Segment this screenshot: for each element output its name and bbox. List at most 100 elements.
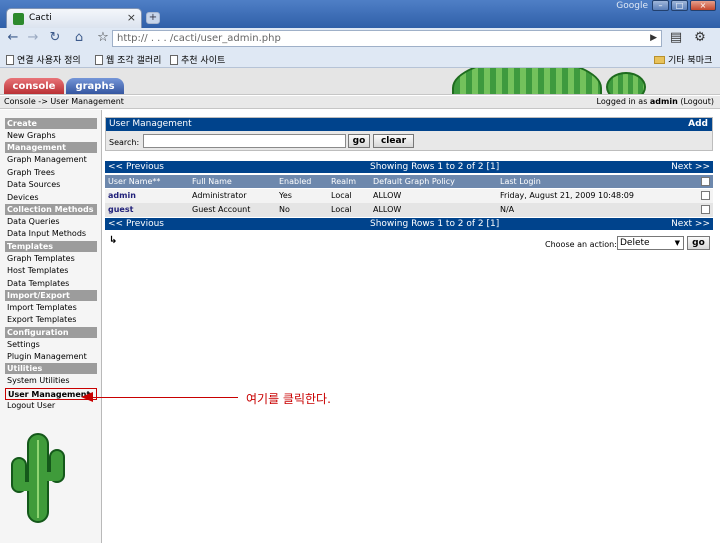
- logout-link[interactable]: (Logout): [680, 97, 714, 106]
- annotation-line: [92, 397, 238, 398]
- col-default-graph-policy[interactable]: Default Graph Policy: [373, 177, 455, 186]
- realm: Local: [331, 191, 352, 200]
- sidebar-item-import-templates[interactable]: Import Templates: [5, 302, 97, 314]
- google-label: Google: [616, 1, 648, 11]
- sidebar-item-devices[interactable]: Devices: [5, 192, 97, 204]
- add-user-link[interactable]: Add: [688, 118, 708, 131]
- menu-section-header: Import/Export: [5, 289, 97, 301]
- action-go-button[interactable]: go: [687, 236, 710, 250]
- full-name: Guest Account: [192, 205, 251, 214]
- table-header: User Name** Full Name Enabled Realm Defa…: [105, 175, 713, 188]
- row-checkbox[interactable]: [701, 205, 710, 214]
- tab-title: Cacti: [29, 13, 52, 23]
- sidebar-item-host-templates[interactable]: Host Templates: [5, 265, 97, 277]
- sidebar: Create New Graphs Management Graph Manageme…: [0, 110, 102, 543]
- action-select[interactable]: Delete ▼: [617, 236, 684, 250]
- cactus-banner-icon: [452, 68, 602, 94]
- col-realm[interactable]: Realm: [331, 177, 356, 186]
- col-user-name[interactable]: User Name**: [108, 177, 160, 186]
- browser-tab[interactable]: Cacti ×: [6, 8, 142, 28]
- sidebar-item-logout-user[interactable]: Logout User: [5, 400, 97, 412]
- menu-section-header: Templates: [5, 240, 97, 252]
- sidebar-item-data-templates[interactable]: Data Templates: [5, 278, 97, 290]
- showing-rows: Showing Rows 1 to 2 of 2 [1]: [370, 219, 500, 229]
- table-row: guest Guest Account No Local ALLOW N/A: [105, 203, 713, 217]
- previous-link[interactable]: << Previous: [108, 161, 164, 173]
- home-icon[interactable]: ⌂: [71, 30, 87, 46]
- search-go-button[interactable]: go: [348, 134, 370, 148]
- wrench-icon[interactable]: ⚙: [692, 30, 708, 46]
- graph-policy: ALLOW: [373, 191, 402, 200]
- page-icon: [95, 55, 103, 65]
- next-link[interactable]: Next >>: [671, 161, 710, 173]
- sidebar-item-graph-trees[interactable]: Graph Trees: [5, 167, 97, 179]
- search-label: Search:: [109, 138, 140, 147]
- sidebar-item-settings[interactable]: Settings: [5, 339, 97, 351]
- bookmarks-bar: 연결 사용자 정의 웹 조각 갤러리 추천 사이트 기타 북마크: [0, 49, 720, 68]
- user-name-link[interactable]: guest: [108, 205, 133, 214]
- panel-title: User Management: [106, 118, 712, 131]
- enabled: Yes: [279, 191, 292, 200]
- close-window-button[interactable]: ×: [690, 0, 716, 11]
- user-name-link[interactable]: admin: [108, 191, 136, 200]
- go-play-icon[interactable]: ▶: [650, 33, 657, 43]
- sidebar-item-system-utilities[interactable]: System Utilities: [5, 375, 97, 387]
- bookmark-item[interactable]: 연결 사용자 정의: [6, 53, 81, 66]
- page-icon: [170, 55, 178, 65]
- sidebar-item-graph-management[interactable]: Graph Management: [5, 154, 97, 166]
- menu-section-header: Collection Methods: [5, 203, 97, 215]
- col-enabled[interactable]: Enabled: [279, 177, 311, 186]
- full-name: Administrator: [192, 191, 247, 200]
- row-checkbox[interactable]: [701, 191, 710, 200]
- menu-section-header: Utilities: [5, 363, 97, 375]
- sidebar-item-data-queries[interactable]: Data Queries: [5, 216, 97, 228]
- pager-bottom: << Previous Showing Rows 1 to 2 of 2 [1]…: [105, 218, 713, 230]
- address-bar[interactable]: http:// . . . /cacti/user_admin.php ▶: [112, 30, 662, 47]
- tab-console[interactable]: console: [4, 78, 64, 94]
- breadcrumb: Console -> User Management: [4, 97, 124, 106]
- menu-section-header: Management: [5, 142, 97, 154]
- select-all-checkbox[interactable]: [701, 177, 710, 186]
- realm: Local: [331, 205, 352, 214]
- reload-icon[interactable]: ↻: [47, 30, 63, 46]
- bookmark-item[interactable]: 웹 조각 갤러리: [95, 53, 161, 66]
- clear-button[interactable]: clear: [373, 134, 414, 148]
- cactus-banner-icon: [606, 72, 646, 94]
- login-user: admin: [649, 97, 678, 106]
- minimize-button[interactable]: –: [652, 0, 669, 11]
- login-status: Logged in as admin (Logout): [596, 97, 714, 106]
- star-icon[interactable]: ☆: [95, 30, 111, 46]
- other-bookmarks[interactable]: 기타 북마크: [654, 53, 712, 66]
- back-arrow-icon[interactable]: ←: [5, 30, 21, 46]
- search-input[interactable]: [143, 134, 346, 148]
- return-arrow-icon: ↳: [109, 235, 118, 246]
- address-url: http:// . . . /cacti/user_admin.php: [117, 33, 281, 44]
- annotation-text: 여기를 클릭한다.: [246, 392, 331, 406]
- bookmark-item[interactable]: 추천 사이트: [170, 53, 225, 66]
- sidebar-item-new-graphs[interactable]: New Graphs: [5, 130, 97, 142]
- page-menu-icon[interactable]: ▤: [668, 30, 684, 46]
- table-row: admin Administrator Yes Local ALLOW Frid…: [105, 189, 713, 203]
- next-link[interactable]: Next >>: [671, 218, 710, 230]
- action-label: Choose an action:: [545, 240, 617, 249]
- sidebar-item-export-templates[interactable]: Export Templates: [5, 314, 97, 326]
- col-last-login[interactable]: Last Login: [500, 177, 541, 186]
- filter-panel: User Management Add Search: go clear: [105, 117, 713, 151]
- sidebar-item-data-sources[interactable]: Data Sources: [5, 179, 97, 191]
- previous-link[interactable]: << Previous: [108, 218, 164, 230]
- sidebar-item-graph-templates[interactable]: Graph Templates: [5, 253, 97, 265]
- tab-close-icon[interactable]: ×: [127, 11, 136, 24]
- new-tab-button[interactable]: +: [146, 12, 160, 24]
- tab-graphs[interactable]: graphs: [66, 78, 124, 94]
- forward-arrow-icon[interactable]: →: [25, 30, 41, 46]
- maximize-button[interactable]: □: [671, 0, 688, 11]
- sidebar-item-data-input-methods[interactable]: Data Input Methods: [5, 228, 97, 240]
- cacti-header: console graphs: [0, 68, 720, 95]
- menu-section-header: Create: [5, 118, 97, 129]
- browser-toolbar: ← → ↻ ⌂ ☆ http:// . . . /cacti/user_admi…: [0, 28, 720, 49]
- last-login: Friday, August 21, 2009 10:48:09: [500, 191, 634, 200]
- col-full-name[interactable]: Full Name: [192, 177, 232, 186]
- last-login: N/A: [500, 205, 515, 214]
- console-menu: Create New Graphs Management Graph Manageme…: [5, 118, 97, 413]
- sidebar-item-plugin-management[interactable]: Plugin Management: [5, 351, 97, 363]
